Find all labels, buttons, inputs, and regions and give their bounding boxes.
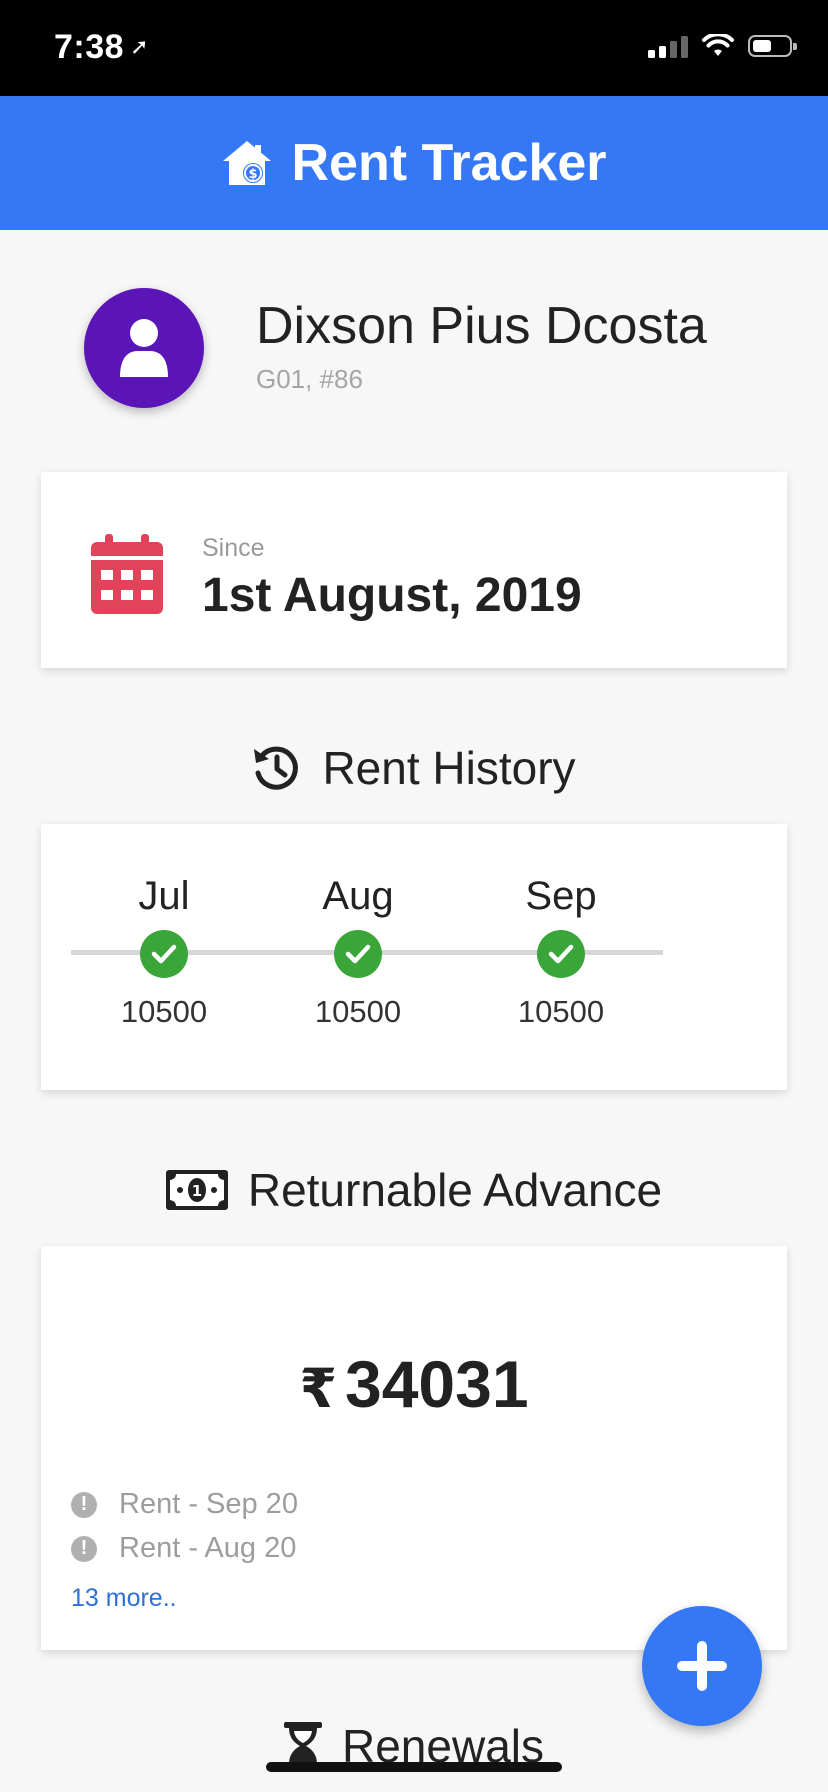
- add-button[interactable]: [642, 1606, 762, 1726]
- deduction-label: Rent - Aug 20: [119, 1532, 297, 1564]
- signal-icon: [648, 34, 688, 58]
- avatar[interactable]: [84, 288, 204, 408]
- advance-amount: ₹34031: [41, 1346, 787, 1422]
- exclamation-icon: !: [71, 1491, 97, 1518]
- history-month: Jul: [138, 874, 190, 918]
- advance-heading: 1 Returnable Advance: [0, 1158, 828, 1222]
- status-time-text: 7:38: [54, 28, 125, 66]
- history-item-sep[interactable]: Sep 10500: [501, 874, 621, 1030]
- advance-deduction-item[interactable]: ! Rent - Aug 20: [71, 1532, 296, 1565]
- tenant-profile: Dixson Pius Dcosta G01, #86: [84, 288, 784, 408]
- more-link[interactable]: 13 more..: [71, 1584, 177, 1613]
- house-money-icon: $: [223, 141, 272, 185]
- money-bill-icon: 1: [165, 1170, 228, 1210]
- advance-title: Returnable Advance: [247, 1164, 663, 1216]
- check-icon: [334, 930, 382, 978]
- app-title: Rent Tracker: [291, 134, 607, 192]
- history-amount: 10500: [314, 994, 402, 1029]
- history-month: Aug: [322, 874, 394, 918]
- rent-history-title: Rent History: [322, 742, 576, 794]
- app-header: $ Rent Tracker: [0, 96, 828, 230]
- since-card: Since 1st August, 2019: [41, 472, 787, 668]
- svg-text:1: 1: [192, 1182, 202, 1200]
- battery-icon: [748, 35, 797, 57]
- since-date: 1st August, 2019: [202, 569, 582, 622]
- rent-history-heading: Rent History: [0, 736, 828, 800]
- exclamation-icon: !: [71, 1535, 97, 1562]
- plus-icon: [677, 1641, 727, 1691]
- since-label: Since: [202, 534, 265, 562]
- history-icon: [254, 746, 299, 790]
- home-indicator[interactable]: [266, 1762, 562, 1772]
- status-indicators: [648, 34, 797, 58]
- advance-value: 34031: [345, 1347, 529, 1421]
- svg-text:$: $: [249, 167, 258, 182]
- currency-symbol: ₹: [299, 1359, 338, 1419]
- history-item-aug[interactable]: Aug 10500: [298, 874, 418, 1030]
- deduction-label: Rent - Sep 20: [119, 1488, 298, 1520]
- user-icon: [120, 319, 168, 377]
- history-amount: 10500: [120, 994, 208, 1029]
- history-month: Sep: [525, 874, 597, 918]
- check-icon: [140, 930, 188, 978]
- history-amount: 10500: [517, 994, 605, 1029]
- rent-history-card: Jul 10500 Aug 10500 Sep 10500: [41, 824, 787, 1090]
- status-bar: 7:38 ➚: [0, 0, 828, 96]
- status-time: 7:38 ➚: [54, 28, 149, 67]
- wifi-icon: [702, 34, 734, 56]
- calendar-icon: [91, 534, 163, 614]
- tenant-name: Dixson Pius Dcosta: [256, 297, 707, 355]
- tenant-unit: G01, #86: [256, 364, 363, 394]
- location-arrow-icon: ➚: [130, 34, 149, 59]
- check-icon: [537, 930, 585, 978]
- advance-card: ₹34031 ! Rent - Sep 20 ! Rent - Aug 20 1…: [41, 1246, 787, 1650]
- history-item-jul[interactable]: Jul 10500: [104, 874, 224, 1030]
- advance-deduction-item[interactable]: ! Rent - Sep 20: [71, 1488, 298, 1521]
